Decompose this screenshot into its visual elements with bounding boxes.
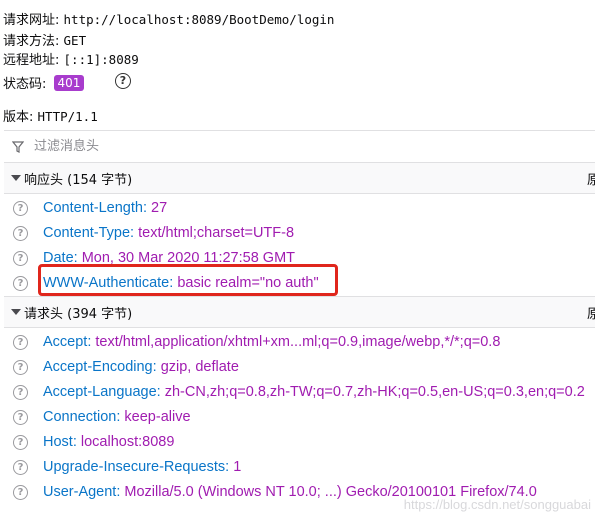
expand-triangle-icon	[11, 309, 21, 315]
help-icon[interactable]: ?	[13, 335, 28, 350]
request-header-row[interactable]: ? Upgrade-Insecure-Requests: 1	[4, 456, 595, 481]
remote-label: 远程地址:	[3, 53, 60, 68]
help-icon[interactable]: ?	[13, 410, 28, 425]
header-value: 1	[233, 459, 242, 475]
filter-input[interactable]	[32, 138, 336, 155]
version-line: 版本: HTTP/1.1	[3, 106, 98, 125]
response-headers-toggle[interactable]: 响应头 (154 字节) 原	[4, 162, 595, 194]
request-header-row[interactable]: ? Host: localhost:8089	[4, 431, 595, 456]
help-icon[interactable]: ?	[13, 385, 28, 400]
request-url-value[interactable]: http://localhost:8089/BootDemo/login	[64, 12, 335, 27]
help-icon[interactable]: ?	[13, 226, 28, 241]
response-header-row[interactable]: ? Content-Length: 27	[4, 197, 595, 222]
request-header-row[interactable]: ? Accept-Language: zh-CN,zh;q=0.8,zh-TW;…	[4, 381, 595, 406]
method-label: 请求方法:	[3, 34, 60, 49]
header-name: Host:	[43, 434, 77, 450]
header-name: Accept-Language:	[43, 384, 161, 400]
response-header-row[interactable]: ? Content-Type: text/html;charset=UTF-8	[4, 222, 595, 247]
response-headers-title: 响应头 (154 字节)	[24, 173, 133, 188]
expand-triangle-icon	[11, 175, 21, 181]
filter-bar	[4, 130, 595, 164]
help-icon[interactable]: ?	[13, 276, 28, 291]
raw-headers-toggle[interactable]: 原	[587, 169, 595, 188]
header-name: Connection:	[43, 409, 121, 425]
header-value: localhost:8089	[80, 434, 175, 450]
help-icon[interactable]: ?	[13, 201, 28, 216]
header-value: text/html;charset=UTF-8	[138, 225, 295, 241]
raw-headers-toggle[interactable]: 原	[587, 303, 595, 322]
request-header-row[interactable]: ? Accept: text/html,application/xhtml+xm…	[4, 331, 595, 356]
header-value: text/html,application/xhtml+xm...ml;q=0.…	[95, 334, 501, 350]
highlight-annotation-box	[38, 264, 338, 296]
header-name: Accept:	[43, 334, 92, 350]
request-url-label: 请求网址:	[3, 13, 60, 28]
help-icon[interactable]: ?	[13, 485, 28, 500]
header-name: User-Agent:	[43, 484, 121, 500]
help-icon[interactable]: ?	[13, 435, 28, 450]
request-header-row[interactable]: ? Accept-Encoding: gzip, deflate	[4, 356, 595, 381]
request-header-row[interactable]: ? Connection: keep-alive	[4, 406, 595, 431]
header-value: 27	[151, 200, 168, 216]
header-name: Upgrade-Insecure-Requests:	[43, 459, 230, 475]
version-label: 版本:	[3, 110, 34, 125]
help-icon[interactable]: ?	[13, 360, 28, 375]
header-name: Content-Type:	[43, 225, 135, 241]
method-line: 请求方法: GET	[3, 30, 86, 49]
status-line: 状态码: 401	[3, 73, 85, 92]
header-value: zh-CN,zh;q=0.8,zh-TW;q=0.7,zh-HK;q=0.5,e…	[164, 384, 585, 400]
header-name: Accept-Encoding:	[43, 359, 157, 375]
remote-line: 远程地址: [::1]:8089	[3, 49, 139, 68]
header-value: gzip, deflate	[160, 359, 239, 375]
request-url-line: 请求网址: http://localhost:8089/BootDemo/log…	[3, 9, 334, 28]
status-help-icon[interactable]: ?	[115, 73, 131, 89]
status-badge: 401	[53, 75, 85, 91]
filter-icon	[12, 141, 24, 153]
request-headers-toggle[interactable]: 请求头 (394 字节) 原	[4, 296, 595, 328]
header-name: Content-Length:	[43, 200, 147, 216]
help-icon[interactable]: ?	[13, 251, 28, 266]
watermark-text: https://blog.csdn.net/songguabai	[403, 497, 591, 512]
method-value: GET	[63, 33, 87, 48]
header-value: keep-alive	[124, 409, 191, 425]
version-value: HTTP/1.1	[37, 109, 98, 124]
status-label: 状态码:	[3, 77, 47, 92]
help-icon[interactable]: ?	[13, 460, 28, 475]
request-headers-title: 请求头 (394 字节)	[24, 307, 133, 322]
remote-value: [::1]:8089	[63, 52, 139, 67]
